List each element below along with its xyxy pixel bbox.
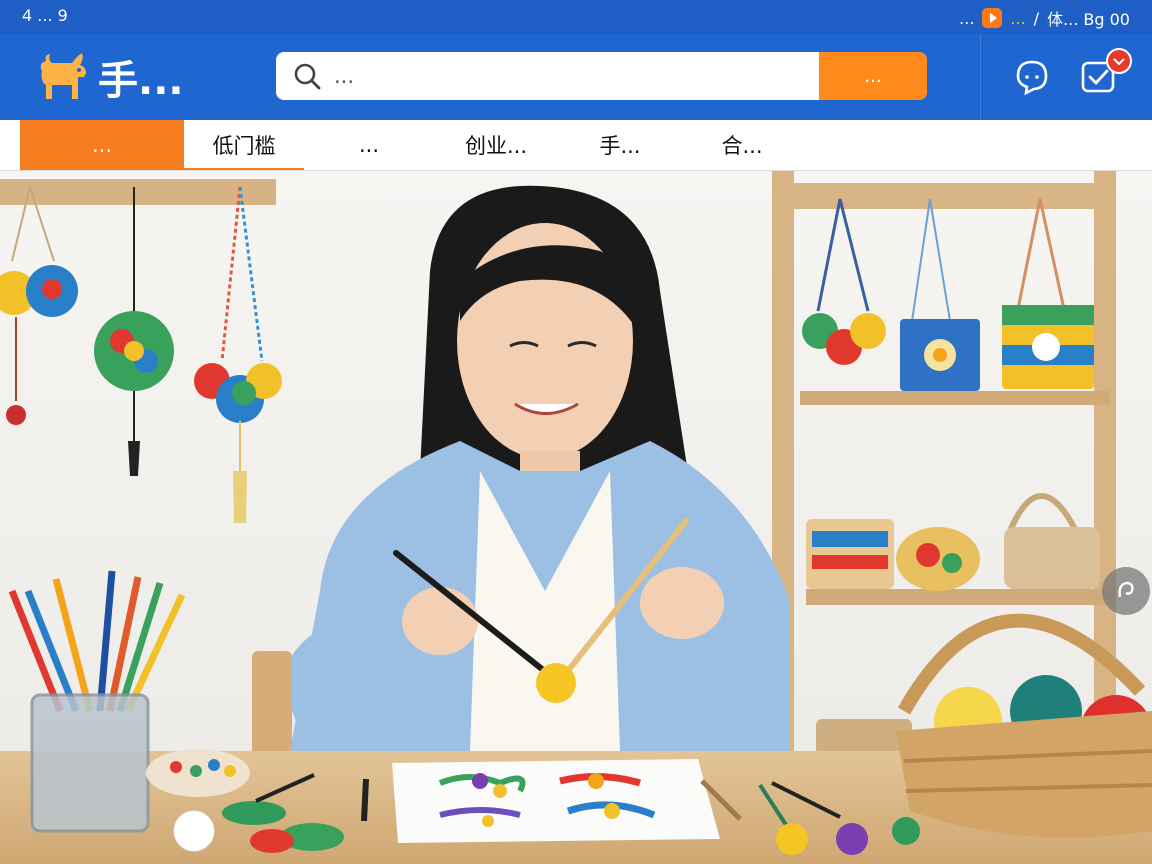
header-divider	[980, 34, 981, 120]
tab-featured[interactable]: ...	[20, 120, 184, 170]
site-logo[interactable]: 手...	[32, 48, 184, 106]
search-bar: ...	[276, 52, 927, 100]
top-divider: /	[1033, 8, 1040, 28]
tab-category-3[interactable]: ...	[304, 120, 434, 170]
tab-handmade[interactable]: 手...	[558, 120, 682, 170]
top-right-text[interactable]: ...	[959, 9, 974, 28]
logo-text: 手...	[98, 58, 184, 104]
painted-paper	[392, 759, 720, 843]
top-right-group: ... ... / 体... Bg 00	[959, 6, 1130, 30]
hero-banner[interactable]	[0, 171, 1152, 864]
main-header: 手... ...	[0, 34, 1152, 120]
top-right-tail[interactable]: 体... Bg 00	[1047, 6, 1130, 30]
chat-bubble-icon[interactable]	[1012, 56, 1052, 96]
notification-badge	[1106, 48, 1132, 74]
category-tabs: ... 低门槛 ... 创业... 手... 合...	[0, 120, 1152, 171]
top-hot-link[interactable]: ...	[1010, 9, 1025, 28]
search-icon	[292, 61, 322, 91]
hero-illustration	[0, 171, 1152, 864]
top-left-text: 4 ... 9	[22, 6, 68, 25]
tab-low-barrier[interactable]: 低门槛	[184, 120, 304, 170]
search-button[interactable]: ...	[819, 52, 927, 100]
deer-icon	[40, 53, 86, 99]
tab-startup[interactable]: 创业...	[434, 120, 558, 170]
search-input[interactable]	[332, 63, 819, 89]
tab-underline	[184, 168, 304, 170]
play-icon[interactable]	[982, 8, 1003, 28]
share-icon[interactable]	[1102, 567, 1150, 615]
tab-category-6[interactable]: 合...	[682, 120, 802, 170]
top-status-bar: 4 ... 9 ... ... / 体... Bg 00	[0, 0, 1152, 34]
